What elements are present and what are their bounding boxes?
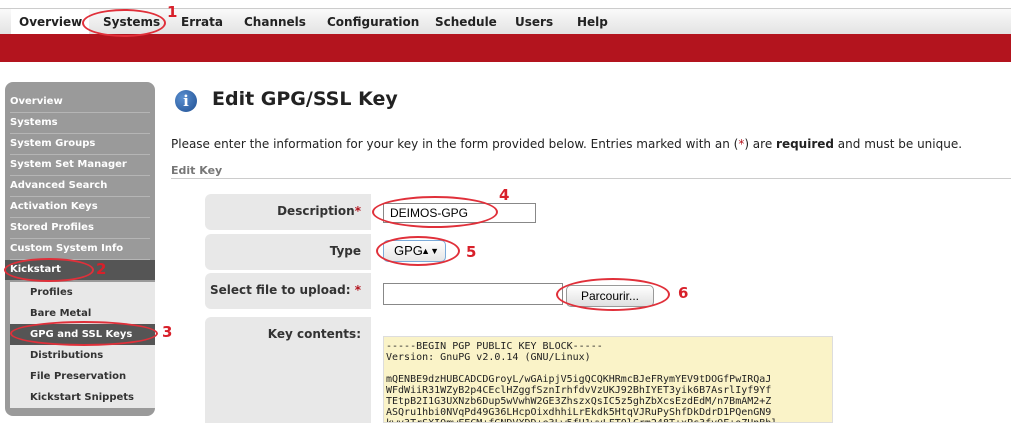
- instructions-bold: required: [776, 137, 834, 151]
- annotation-number: 2: [96, 260, 107, 278]
- tab-schedule[interactable]: Schedule: [435, 9, 497, 35]
- section-title: Edit Key: [171, 164, 223, 177]
- tab-channels[interactable]: Channels: [244, 9, 306, 35]
- key-contents-label: Key contents:: [267, 327, 361, 341]
- info-icon: i: [175, 90, 197, 112]
- tab-overview[interactable]: Overview: [11, 9, 89, 35]
- section-divider: [171, 178, 1011, 179]
- key-contents-textarea[interactable]: -----BEGIN PGP PUBLIC KEY BLOCK----- Ver…: [383, 336, 833, 423]
- sidebar-item-overview[interactable]: Overview: [10, 92, 150, 113]
- sidebar-subitem-label: File Preservation: [30, 371, 127, 382]
- header-bar: [0, 34, 1011, 62]
- page-title: Edit GPG/SSL Key: [212, 88, 398, 110]
- sidebar-subitem-label: Distributions: [30, 350, 104, 361]
- annotation-ellipse: [82, 9, 166, 37]
- instructions-text: Please enter the information for your ke…: [171, 137, 739, 151]
- tab-help[interactable]: Help: [577, 9, 608, 35]
- description-label: Description: [277, 204, 355, 218]
- annotation-ellipse: [372, 196, 498, 228]
- annotation-number: 6: [678, 284, 689, 302]
- sidebar-subitem-profiles[interactable]: Profiles: [10, 282, 155, 303]
- file-label: Select file to upload:: [210, 283, 351, 297]
- file-path-field: [383, 283, 563, 305]
- sidebar-item-stored-profiles[interactable]: Stored Profiles: [10, 218, 150, 239]
- sidebar-item-activation-keys[interactable]: Activation Keys: [10, 197, 150, 218]
- tab-errata[interactable]: Errata: [181, 9, 223, 35]
- sidebar-subitem-label: Profiles: [30, 287, 73, 298]
- instructions: Please enter the information for your ke…: [171, 137, 962, 151]
- file-label-cell: Select file to upload: *: [205, 273, 371, 309]
- tab-users[interactable]: Users: [515, 9, 553, 35]
- instructions-text: ) are: [744, 137, 777, 151]
- sidebar-subitem-distributions[interactable]: Distributions: [10, 345, 155, 366]
- annotation-ellipse: [10, 321, 158, 346]
- description-label-cell: Description*: [205, 194, 371, 230]
- sidebar-subitem-file-preservation[interactable]: File Preservation: [10, 366, 155, 387]
- required-marker: *: [354, 283, 361, 297]
- annotation-ellipse: [376, 236, 460, 266]
- type-label: Type: [329, 244, 361, 258]
- key-label-cell: Key contents:: [205, 317, 371, 423]
- annotation-number: 5: [466, 243, 477, 261]
- sidebar-item-advanced-search[interactable]: Advanced Search: [10, 176, 150, 197]
- annotation-ellipse: [4, 258, 94, 282]
- annotation-number: 4: [499, 186, 510, 204]
- annotation-ellipse: [556, 278, 670, 311]
- annotation-number: 1: [167, 3, 178, 21]
- sidebar-item-system-set-manager[interactable]: System Set Manager: [10, 155, 150, 176]
- tab-configuration[interactable]: Configuration: [327, 9, 419, 35]
- sidebar-item-systems[interactable]: Systems: [10, 113, 150, 134]
- required-marker: *: [354, 204, 361, 218]
- type-label-cell: Type: [205, 234, 371, 270]
- instructions-text: and must be unique.: [833, 137, 963, 151]
- annotation-number: 3: [162, 323, 173, 341]
- sidebar-subitem-kickstart-snippets[interactable]: Kickstart Snippets: [10, 387, 155, 408]
- sidebar-item-system-groups[interactable]: System Groups: [10, 134, 150, 155]
- sidebar-item-custom-system-info[interactable]: Custom System Info: [10, 239, 150, 260]
- sidebar-subitem-label: Kickstart Snippets: [30, 392, 135, 403]
